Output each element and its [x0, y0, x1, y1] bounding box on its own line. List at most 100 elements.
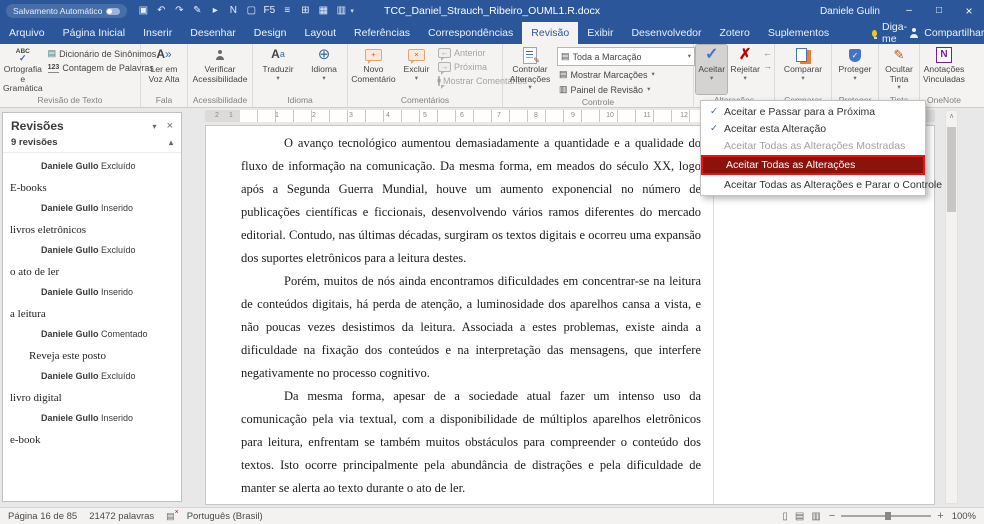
tab-referencias[interactable]: Referências [345, 22, 419, 44]
tab-design[interactable]: Design [245, 22, 296, 44]
proof-book-glyph: ▤ [166, 510, 175, 521]
read-mode-button[interactable]: ▯ [782, 511, 788, 522]
autosave-toggle[interactable]: Salvamento Automático [6, 4, 128, 18]
accept-menu-item-aceitar-esta-alteracao[interactable]: ✓ Aceitar esta Alteração [701, 120, 925, 137]
next-change-button[interactable]: → [763, 62, 772, 71]
check-accessibility-button[interactable]: Verificar Acessibilidade [190, 45, 250, 94]
word-count-indicator[interactable]: 21472 palavras [89, 511, 154, 522]
accept-menu-item-aceitar-todas-as-alteracoes-mostradas[interactable]: Aceitar Todas as Alterações Mostradas [701, 137, 925, 154]
zoom-slider[interactable] [841, 512, 932, 520]
accept-button[interactable]: ✓ Aceitar ▾ [694, 44, 729, 95]
zoom-out-button[interactable]: − [829, 510, 835, 522]
revision-entry[interactable]: Daniele Gullo Inserido e-book [3, 413, 181, 446]
tab-suplementos[interactable]: Suplementos [759, 22, 838, 44]
group-tracking: ✎ Controlar Alterações ▾ ▤ Toda a Marcaç… [503, 44, 695, 107]
save-icon[interactable]: ▣ [135, 0, 151, 22]
revision-entry[interactable]: Daniele Gullo Excluído o ato de ler [3, 245, 181, 278]
previous-comment-button[interactable]: ← Anterior [436, 47, 500, 61]
revision-entry[interactable]: Daniele Gullo Inserido livros eletrônicos [3, 203, 181, 236]
show-comments-button[interactable]: ≡ Mostrar Comentários [436, 75, 527, 89]
markup-display-select[interactable]: ▤ Toda a Marcação ▾ [557, 47, 695, 66]
translate-button[interactable]: Aa Traduzir ▾ [255, 45, 301, 94]
arrow-left-glyph: ← [440, 48, 449, 57]
hide-ink-label: Ocultar Tinta [885, 64, 913, 84]
hide-ink-button[interactable]: ✎ Ocultar Tinta ▾ [881, 45, 917, 94]
collapse-icon[interactable]: ▴ [169, 138, 173, 147]
tab-layout[interactable]: Layout [295, 22, 345, 44]
document-paragraph: Porém, muitos de nós ainda encontramos d… [241, 274, 701, 380]
ruler-number: 1 [229, 112, 233, 119]
accept-menu-item-aceitar-e-passar-para-a-proxima[interactable]: ✓ Aceitar e Passar para a Próxima [701, 103, 925, 120]
print-layout-button[interactable]: ▤ [795, 511, 804, 522]
linked-notes-button[interactable]: N Anotações Vinculadas [922, 45, 966, 94]
track-changes-icon: ✎ [523, 46, 540, 65]
revision-entry[interactable]: Daniele Gullo Excluído livro digital [3, 371, 181, 404]
reviewing-pane-button[interactable]: ▥ Painel de Revisão ▾ [557, 83, 691, 96]
new-comment-button[interactable]: + Novo Comentário [350, 45, 397, 94]
accept-menu-item-aceitar-todas-as-alteracoes-e-parar-o-controle[interactable]: Aceitar Todas as Alterações e Parar o Co… [701, 176, 942, 193]
tab-zotero[interactable]: Zotero [711, 22, 759, 44]
zoom-in-button[interactable]: + [937, 510, 943, 522]
touch-icon[interactable]: ▢ [243, 0, 259, 22]
zoom-level[interactable]: 100% [952, 511, 976, 522]
previous-change-button[interactable]: ← [763, 49, 772, 58]
protect-button[interactable]: Proteger ▾ [834, 45, 876, 94]
proofing-status-icon[interactable]: ▤ × [166, 509, 179, 522]
qat-customize-icon[interactable]: ▾ [350, 7, 354, 15]
page-indicator[interactable]: Página 16 de 85 [8, 511, 77, 522]
tab-arquivo[interactable]: Arquivo [0, 22, 54, 44]
zoom-slider-thumb[interactable] [885, 512, 892, 520]
accept-menu: ✓ Aceitar e Passar para a Próxima ✓ Aceitar… [700, 100, 942, 196]
columns-icon[interactable]: ▥ [333, 0, 349, 22]
show-markup-button[interactable]: ▤ Mostrar Marcações ▾ [557, 68, 691, 81]
language-button[interactable]: ⊕ Idioma ▾ [303, 45, 345, 94]
revision-entry[interactable]: Daniele Gullo Excluído E-books [3, 161, 181, 194]
track-changes-button[interactable]: ✎ Controlar Alterações ▾ [505, 45, 555, 94]
tab-pagina-inicial[interactable]: Página Inicial [54, 22, 134, 44]
compare-button[interactable]: Comparar ▾ [777, 45, 829, 94]
tab-inserir[interactable]: Inserir [134, 22, 181, 44]
document-text: O avanço tecnológico aumentou demasiadam… [241, 132, 701, 500]
tab-desenhar[interactable]: Desenhar [181, 22, 245, 44]
revision-entry[interactable]: Daniele Gullo Inserido a leitura [3, 287, 181, 320]
accept-menu-item-aceitar-todas-as-alteracoes[interactable]: Aceitar Todas as Alterações [701, 155, 925, 175]
tab-exibir[interactable]: Exibir [578, 22, 622, 44]
list-icon[interactable]: ≡ [279, 0, 295, 22]
linked-notes-label: Anotações Vinculadas [923, 64, 965, 84]
scrollbar-thumb[interactable] [947, 127, 956, 212]
tab-desenvolvedor[interactable]: Desenvolvedor [622, 22, 710, 44]
scroll-up-icon[interactable]: ∧ [946, 111, 957, 123]
vertical-scrollbar[interactable]: ∧ [945, 110, 958, 504]
tab-revisao[interactable]: Revisão [522, 22, 579, 44]
translate-label: Traduzir [262, 64, 294, 74]
f5-icon[interactable]: F5 [261, 0, 277, 22]
undo-icon[interactable]: ↶ [153, 0, 169, 22]
tell-me-button[interactable]: Diga-me [872, 21, 909, 45]
table-icon[interactable]: ⊞ [297, 0, 313, 22]
chevron-down-icon[interactable]: ▾ [153, 122, 157, 131]
revision-content: a leitura [10, 308, 46, 320]
user-name[interactable]: Daniele Gulin [820, 6, 880, 17]
language-indicator[interactable]: Português (Brasil) [187, 511, 263, 522]
onenote-icon[interactable]: N [225, 0, 241, 22]
tab-correspondencias[interactable]: Correspondências [419, 22, 522, 44]
accept-label: Aceitar [698, 64, 726, 74]
close-icon[interactable]: × [167, 120, 173, 132]
maximize-button[interactable]: □ [924, 0, 954, 22]
minimize-button[interactable]: – [894, 0, 924, 22]
accept-next-icon: ✓ [710, 106, 718, 117]
delete-comment-button[interactable]: × Excluir ▾ [399, 45, 434, 94]
redo-icon[interactable]: ↷ [171, 0, 187, 22]
draw-icon[interactable]: ✎ [189, 0, 205, 22]
web-layout-button[interactable]: ▥ [811, 511, 820, 522]
grid-icon[interactable]: ▦ [315, 0, 331, 22]
pointer-icon[interactable]: ▸ [207, 0, 223, 22]
revision-entry[interactable]: Daniele Gullo Comentado Reveja este posto [3, 329, 181, 362]
reject-button[interactable]: ✗ Rejeitar ▾ [729, 45, 761, 94]
close-button[interactable]: × [954, 0, 984, 22]
next-comment-button[interactable]: → Próxima [436, 61, 500, 75]
read-aloud-button[interactable]: A» Ler em Voz Alta [143, 45, 185, 94]
onenote-icon: N [936, 47, 952, 63]
spelling-grammar-button[interactable]: ABC ✓ Ortografia e Gramática [2, 45, 44, 94]
share-button[interactable]: Compartilhar [909, 22, 984, 44]
